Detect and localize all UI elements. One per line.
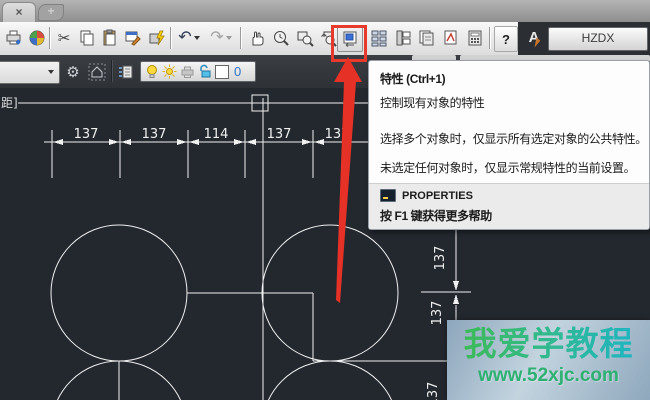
text-style-button[interactable]: A [522,27,546,49]
paste-icon [103,29,116,46]
tool-palettes-icon [396,30,411,46]
vdim-label: 137 [430,301,445,326]
match-properties-icon [125,31,141,46]
help-button[interactable]: ? [494,26,518,52]
new-tab-button[interactable]: + [38,4,64,21]
block-editor-icon [149,30,165,46]
cut-button[interactable]: ✂ [53,26,75,50]
sheetset-manager-icon [419,30,434,46]
command-line-icon [380,189,396,202]
lock-open-icon [200,64,211,78]
tooltip-paragraph: 未选定任何对象时，仅显示常规特性的当前设置。 [380,161,636,175]
tooltip-command-name: PROPERTIES [402,189,473,202]
sun-icon [162,64,177,79]
markup-manager-icon [444,30,457,45]
designcenter-icon [371,30,387,47]
layer-manager-button[interactable] [115,60,137,83]
watermark-url: www.52xjc.com [478,365,619,387]
toolbar-separator [240,27,241,49]
toolbar-separator [49,27,50,49]
workspace-settings-button[interactable]: ⚙ [62,60,84,83]
match-properties-button[interactable] [122,26,144,50]
anchor-home-icon [88,63,106,80]
bulb-on-icon [147,65,157,78]
copy-icon [80,30,94,46]
plus-icon: + [47,4,55,18]
vdim-label: 137 [433,246,448,271]
dim-label: 137 [142,127,167,142]
layer-manager-icon [119,65,133,78]
gear-icon: ⚙ [66,63,80,81]
dim-label: 137 [267,127,292,142]
workspace-combo[interactable] [0,61,60,84]
zoom-window-icon [297,31,314,47]
tooltip-paragraph: 选择多个对象时，仅显示所有选定对象的公共特性。 [380,132,647,146]
dim-label: 114 [204,127,229,142]
tooltip-help-hint: 按 F1 键获得更多帮助 [380,209,492,223]
chevron-down-icon[interactable] [193,36,200,40]
dim-label: 137 [74,127,99,142]
sheetset-manager-button[interactable] [416,26,438,50]
publish-globe-icon [29,30,45,46]
tool-palettes-button[interactable] [392,26,414,50]
toolbar-separator [111,60,112,82]
window-top-strip: × + [0,0,650,23]
cut-icon: ✂ [57,29,71,47]
designcenter-button[interactable] [368,26,390,50]
copy-button[interactable] [76,26,98,50]
vertical-dimension [421,230,471,325]
plot-icon [6,30,21,45]
redo-icon: ↷ [210,29,224,46]
layer-control-combo[interactable]: 0 [140,61,256,82]
quickcalc-icon [468,30,482,46]
vertical-dim-labels: 137 137 137 [426,246,448,400]
zoom-window-button[interactable] [294,26,316,50]
tooltip-description: 控制现有对象的特性 [380,96,485,110]
help-icon: ? [502,31,510,47]
chevron-down-icon[interactable] [225,36,232,40]
standard-toolbar: ✂ ↶ ↷ ? A HZDX [0,22,650,56]
dimension-labels: 137 137 114 137 137 [74,127,350,142]
undo-button[interactable]: ↶ [174,26,204,50]
layer-name: 0 [234,64,242,79]
tooltip-title: 特性 (Ctrl+1) [380,72,446,86]
paste-button[interactable] [99,26,121,50]
tooltip-footer: PROPERTIES 按 F1 键获得更多帮助 [369,183,649,229]
pan-hand-icon [252,31,264,46]
toolbar-separator [489,27,490,49]
publish-button[interactable] [26,26,48,50]
pan-button[interactable] [246,26,268,50]
highlight-red-box [331,25,367,62]
tooltip-body: 特性 (Ctrl+1) 控制现有对象的特性 选择多个对象时，仅显示所有选定对象的… [369,61,649,185]
watermark: 我爱学教程 www.52xjc.com [447,320,650,400]
prompt-fragment: 距] [1,96,18,110]
watermark-title: 我爱学教程 [447,325,650,362]
markup-manager-button[interactable] [440,26,462,50]
cad-geometry [50,224,399,400]
zoom-realtime-icon [274,31,289,46]
color-swatch[interactable] [215,64,229,79]
vdim-label: 137 [426,382,441,400]
toolbar-separator [170,27,171,49]
undo-icon: ↶ [178,29,192,46]
anchor-home-button[interactable] [86,60,108,83]
redo-button[interactable]: ↷ [206,26,236,50]
text-style-value: HZDX [581,31,615,45]
close-icon: × [15,5,23,19]
block-editor-button[interactable] [146,26,168,50]
text-style-combo[interactable]: HZDX [548,27,648,51]
zoom-realtime-button[interactable] [270,26,292,50]
plot-button[interactable] [3,26,25,50]
quickcalc-button[interactable] [464,26,486,50]
browser-tab-close[interactable]: × [2,2,36,23]
plot-state-icon [181,66,194,78]
properties-tooltip: 特性 (Ctrl+1) 控制现有对象的特性 选择多个对象时，仅显示所有选定对象的… [368,60,650,230]
chevron-down-icon [48,70,54,74]
dim-label: 137 [325,127,350,142]
